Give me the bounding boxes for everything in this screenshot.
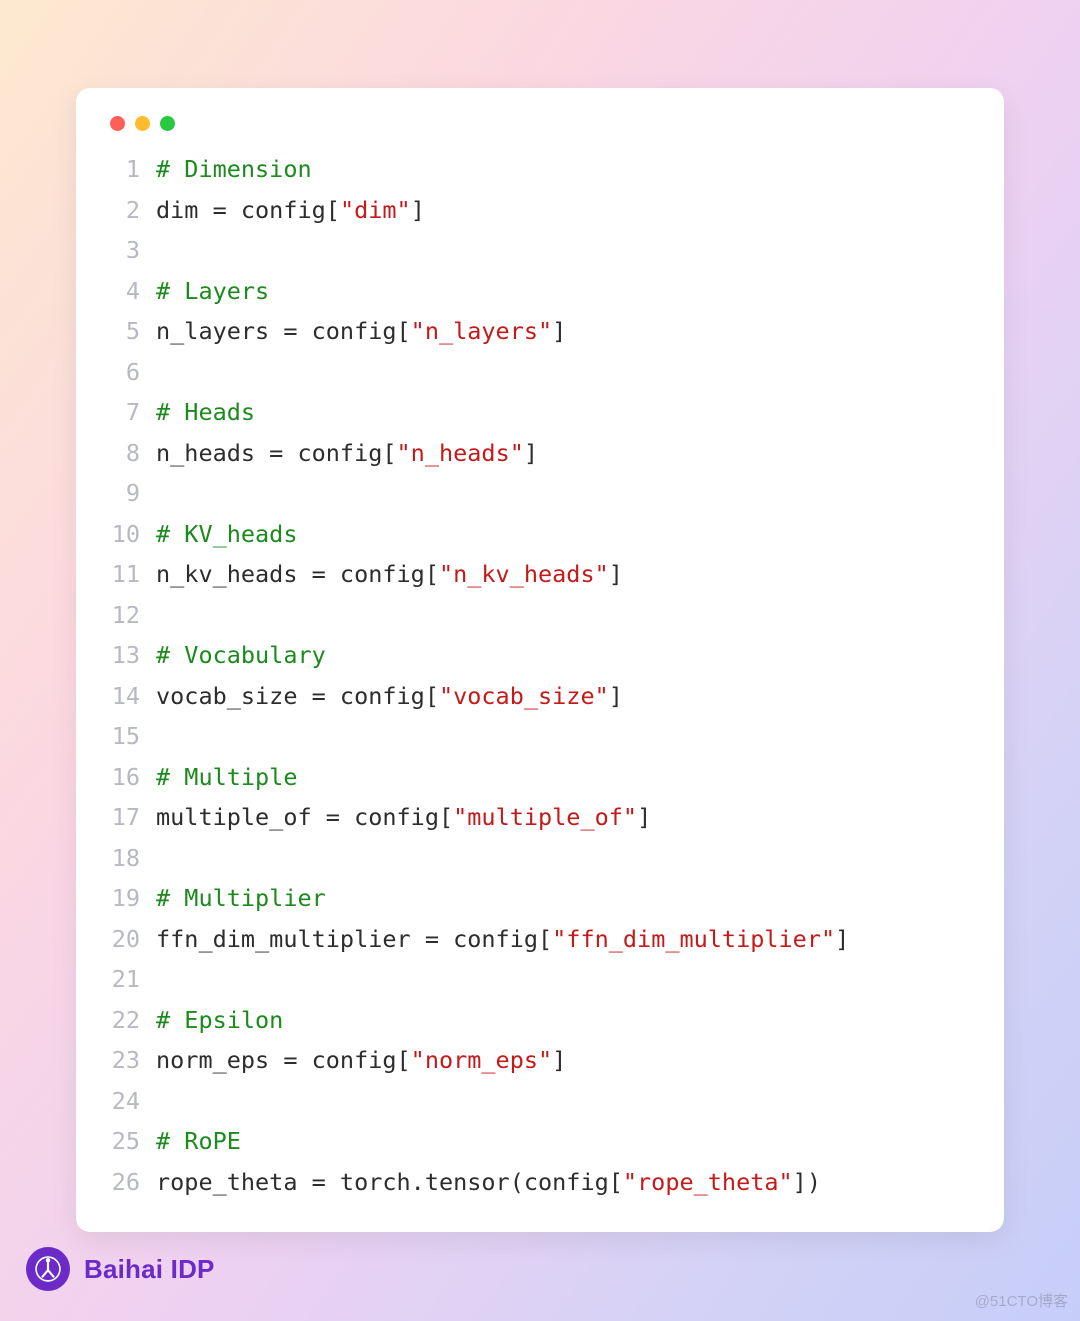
code-line: 15 — [110, 716, 970, 757]
line-number: 1 — [110, 149, 156, 190]
code-line: 5n_layers = config["n_layers"] — [110, 311, 970, 352]
code-content: dim = config["dim"] — [156, 190, 425, 231]
maximize-icon — [160, 116, 175, 131]
line-number: 26 — [110, 1162, 156, 1203]
code-line: 11n_kv_heads = config["n_kv_heads"] — [110, 554, 970, 595]
brand-logo-icon — [26, 1247, 70, 1291]
line-number: 19 — [110, 878, 156, 919]
code-line: 7# Heads — [110, 392, 970, 433]
code-content: multiple_of = config["multiple_of"] — [156, 797, 651, 838]
code-content: n_layers = config["n_layers"] — [156, 311, 566, 352]
code-line: 6 — [110, 352, 970, 393]
brand-text: Baihai IDP — [84, 1254, 215, 1285]
code-line: 14vocab_size = config["vocab_size"] — [110, 676, 970, 717]
window-controls — [110, 116, 970, 131]
watermark: @51CTO博客 — [975, 1290, 1068, 1311]
line-number: 9 — [110, 473, 156, 514]
line-number: 8 — [110, 433, 156, 474]
code-line: 16# Multiple — [110, 757, 970, 798]
code-line: 22# Epsilon — [110, 1000, 970, 1041]
code-content: ffn_dim_multiplier = config["ffn_dim_mul… — [156, 919, 849, 960]
line-number: 7 — [110, 392, 156, 433]
line-number: 12 — [110, 595, 156, 636]
code-card: 1# Dimension2dim = config["dim"]3 4# Lay… — [76, 88, 1004, 1232]
code-content: # Multiple — [156, 757, 297, 798]
code-line: 4# Layers — [110, 271, 970, 312]
line-number: 13 — [110, 635, 156, 676]
code-line: 26rope_theta = torch.tensor(config["rope… — [110, 1162, 970, 1203]
code-line: 12 — [110, 595, 970, 636]
code-content: rope_theta = torch.tensor(config["rope_t… — [156, 1162, 821, 1203]
line-number: 2 — [110, 190, 156, 231]
code-content: # KV_heads — [156, 514, 297, 555]
line-number: 25 — [110, 1121, 156, 1162]
line-number: 10 — [110, 514, 156, 555]
code-line: 19# Multiplier — [110, 878, 970, 919]
code-content: # Layers — [156, 271, 269, 312]
line-number: 11 — [110, 554, 156, 595]
code-line: 17multiple_of = config["multiple_of"] — [110, 797, 970, 838]
line-number: 17 — [110, 797, 156, 838]
code-line: 8n_heads = config["n_heads"] — [110, 433, 970, 474]
line-number: 24 — [110, 1081, 156, 1122]
code-line: 25# RoPE — [110, 1121, 970, 1162]
code-content — [156, 1081, 170, 1122]
code-line: 21 — [110, 959, 970, 1000]
code-content: n_kv_heads = config["n_kv_heads"] — [156, 554, 623, 595]
code-line: 24 — [110, 1081, 970, 1122]
code-content: # RoPE — [156, 1121, 241, 1162]
line-number: 15 — [110, 716, 156, 757]
code-content — [156, 838, 170, 879]
code-content: n_heads = config["n_heads"] — [156, 433, 538, 474]
line-number: 23 — [110, 1040, 156, 1081]
code-line: 10# KV_heads — [110, 514, 970, 555]
code-line: 18 — [110, 838, 970, 879]
code-line: 3 — [110, 230, 970, 271]
code-content: # Epsilon — [156, 1000, 283, 1041]
code-content — [156, 716, 170, 757]
code-content — [156, 473, 170, 514]
line-number: 21 — [110, 959, 156, 1000]
line-number: 3 — [110, 230, 156, 271]
line-number: 18 — [110, 838, 156, 879]
code-content: norm_eps = config["norm_eps"] — [156, 1040, 566, 1081]
code-line: 20ffn_dim_multiplier = config["ffn_dim_m… — [110, 919, 970, 960]
minimize-icon — [135, 116, 150, 131]
code-content — [156, 352, 170, 393]
code-content: # Dimension — [156, 149, 312, 190]
code-content — [156, 959, 170, 1000]
line-number: 4 — [110, 271, 156, 312]
code-line: 2dim = config["dim"] — [110, 190, 970, 231]
line-number: 20 — [110, 919, 156, 960]
code-content — [156, 230, 170, 271]
line-number: 6 — [110, 352, 156, 393]
code-block: 1# Dimension2dim = config["dim"]3 4# Lay… — [110, 149, 970, 1202]
line-number: 16 — [110, 757, 156, 798]
line-number: 14 — [110, 676, 156, 717]
code-content: # Multiplier — [156, 878, 326, 919]
close-icon — [110, 116, 125, 131]
code-line: 13# Vocabulary — [110, 635, 970, 676]
code-content — [156, 595, 170, 636]
code-content: # Heads — [156, 392, 255, 433]
code-content: # Vocabulary — [156, 635, 326, 676]
code-content: vocab_size = config["vocab_size"] — [156, 676, 623, 717]
footer: Baihai IDP — [26, 1247, 215, 1291]
line-number: 22 — [110, 1000, 156, 1041]
code-line: 23norm_eps = config["norm_eps"] — [110, 1040, 970, 1081]
code-line: 9 — [110, 473, 970, 514]
line-number: 5 — [110, 311, 156, 352]
code-line: 1# Dimension — [110, 149, 970, 190]
